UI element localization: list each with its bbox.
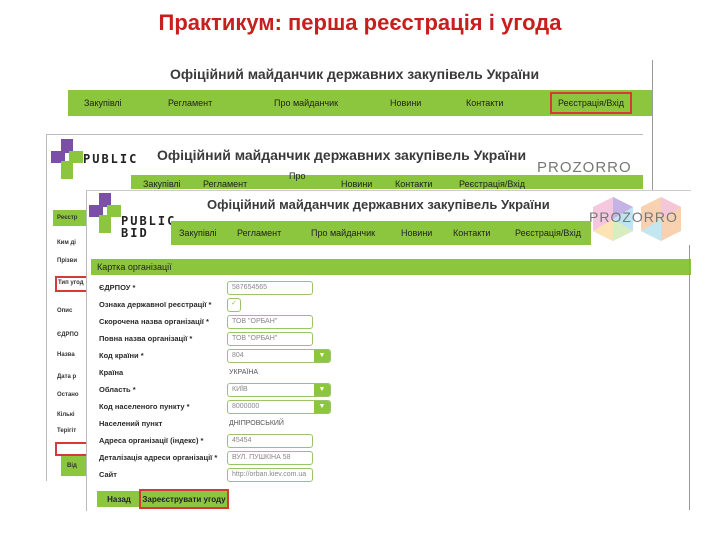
form-input-value: 587654565 (232, 284, 268, 291)
form-label: ЄДРПОУ * (99, 283, 136, 292)
chevron-down-icon[interactable]: ▼ (314, 401, 330, 413)
form-input-value: ВУЛ. ПУШКІНА 58 (232, 454, 291, 461)
form-select[interactable]: КИЇВ ▼ (227, 383, 331, 397)
nav-zakupivli[interactable]: Закупівлі (84, 98, 122, 108)
main-nav: Закупівлі Регламент Про майданчик Новини… (68, 90, 652, 116)
form-value: УКРАЇНА (229, 369, 259, 376)
back-label-10: Терігіт (57, 428, 77, 434)
back-label-6: Назва (57, 352, 75, 358)
back-label-1: Ким ді (57, 240, 76, 246)
back-label-5: ЄДРПО (57, 332, 79, 338)
form-input-value: КИЇВ (232, 386, 248, 393)
nav2-zakupivli[interactable]: Закупівлі (143, 179, 181, 189)
site-heading-front: Офіційний майданчик державних закупівель… (207, 197, 550, 212)
form-input[interactable]: 45454 (227, 434, 313, 448)
plus-logo-icon (51, 139, 83, 179)
main-nav-front: Закупівлі Регламент Про майданчик Новини… (171, 221, 591, 245)
nav-news[interactable]: Новини (390, 98, 421, 108)
nav-about[interactable]: Про майданчик (274, 98, 338, 108)
form-label: Адреса організації (індекс) * (99, 436, 204, 445)
right-edge-line (689, 245, 690, 510)
form-label: Область * (99, 385, 136, 394)
form-input-value: 804 (232, 352, 244, 359)
form-input-value: 45454 (232, 437, 252, 444)
form-label: Населений пункт (99, 419, 163, 428)
public-bid-logo: PUBLIC (51, 139, 136, 185)
prozorro-logo-front: PROZORRO (589, 209, 678, 225)
nav2-register[interactable]: Реєстрація/Вхід (459, 179, 525, 189)
nav2-contacts[interactable]: Контакти (395, 179, 432, 189)
nav3-rehlament[interactable]: Регламент (237, 228, 281, 238)
nav2-news[interactable]: Новини (341, 179, 372, 189)
form-input[interactable]: http://orban.kiev.com.ua (227, 468, 313, 482)
form-select[interactable]: 8000000 ▼ (227, 400, 331, 414)
back-label-4: Опис (57, 308, 73, 314)
slide-title: Практикум: перша реєстрація і угода (158, 10, 562, 35)
site-heading: Офіційний майданчик державних закупівель… (170, 66, 540, 82)
form-input[interactable]: ВУЛ. ПУШКІНА 58 (227, 451, 313, 465)
form-value: ДНІПРОВСЬКИЙ (229, 420, 284, 427)
form-input-value: http://orban.kiev.com.ua (232, 471, 307, 478)
nav-contacts[interactable]: Контакти (466, 98, 503, 108)
screenshot-front: PUBLIC BID Офіційний майданчик державних… (86, 190, 691, 511)
form-label: Сайт (99, 470, 117, 479)
main-nav-2: Закупівлі Регламент Про Новини Контакти … (131, 171, 643, 189)
form-label: Ознака державної реєстрації * (99, 300, 212, 309)
chevron-down-icon[interactable]: ▼ (314, 384, 330, 396)
nav3-about[interactable]: Про майданчик (311, 228, 375, 238)
back-label-3: Тип угод (58, 280, 84, 286)
form-input[interactable]: ТОВ "ОРБАН" (227, 332, 313, 346)
back-label-0: Реєстр (57, 215, 78, 221)
prozorro-logo: PROZORRO (537, 159, 632, 176)
form-label: Код країни * (99, 351, 144, 360)
form-input-value: ТОВ "ОРБАН" (232, 335, 278, 342)
form-label: Код населеного пункту * (99, 402, 190, 411)
form-input-value: 8000000 (232, 403, 260, 410)
register-agreement-button[interactable]: Зареєструвати угоду (139, 489, 229, 509)
form-label: Скорочена назва організації * (99, 317, 209, 326)
chevron-down-icon[interactable]: ▼ (314, 350, 330, 362)
form-label: Країна (99, 368, 124, 377)
public-bid-logo-front: PUBLIC BID (89, 193, 179, 239)
back-label-2: Прізви (57, 258, 78, 264)
back-label-9: Кількі (57, 412, 75, 418)
form-input[interactable]: 587654565 (227, 281, 313, 295)
plus-logo-icon-front (89, 193, 121, 233)
public-text: PUBLIC (83, 152, 139, 166)
site-heading-2: Офіційний майданчик державних закупівель… (157, 147, 527, 163)
form-input-value: ТОВ "ОРБАН" (232, 318, 278, 325)
nav3-news[interactable]: Новини (401, 228, 432, 238)
nav3-zakupivli[interactable]: Закупівлі (179, 228, 217, 238)
form-label: Повна назва організації * (99, 334, 193, 343)
back-label-7: Дата р (57, 374, 77, 380)
back-label-11: Від (67, 463, 77, 469)
nav2-rehlament[interactable]: Регламент (203, 179, 247, 189)
nav3-register[interactable]: Реєстрація/Вхід (515, 228, 581, 238)
state-registration-checkbox[interactable]: ✓ (227, 298, 241, 312)
nav-register-login[interactable]: Реєстрація/Вхід (550, 92, 633, 114)
nav-rehlament[interactable]: Регламент (168, 98, 212, 108)
form-label: Деталізація адреси організації * (99, 453, 218, 462)
form-select[interactable]: 804 ▼ (227, 349, 331, 363)
back-button[interactable]: Назад (97, 491, 141, 507)
nav2-about[interactable]: Про (289, 171, 305, 181)
back-label-8: Остано (57, 392, 79, 398)
form-input[interactable]: ТОВ "ОРБАН" (227, 315, 313, 329)
bid-text-front: BID (121, 226, 149, 240)
nav3-contacts[interactable]: Контакти (453, 228, 490, 238)
form-header: Картка організації (91, 259, 691, 275)
